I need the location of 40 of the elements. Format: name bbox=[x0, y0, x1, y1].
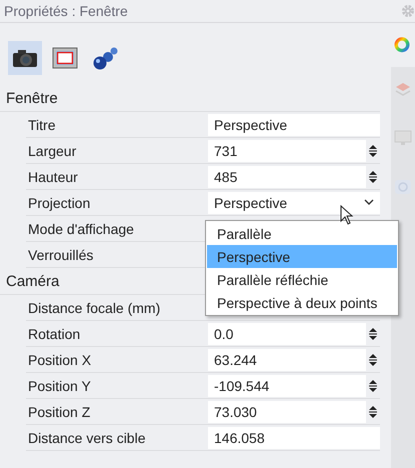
spinner-icon[interactable] bbox=[368, 352, 378, 368]
property-label: Titre bbox=[27, 116, 56, 132]
caret-icon bbox=[364, 199, 374, 206]
color-wheel-icon[interactable] bbox=[394, 37, 410, 52]
menu-option[interactable]: Parallèle réfléchie bbox=[207, 268, 397, 291]
property-label: Position Z bbox=[27, 404, 92, 420]
spinner-icon[interactable] bbox=[368, 168, 378, 184]
number-field[interactable]: 63.244 bbox=[208, 348, 366, 370]
spinner-icon[interactable] bbox=[368, 404, 378, 420]
menu-option[interactable]: Perspective bbox=[207, 245, 397, 268]
property-label: Position X bbox=[27, 352, 92, 368]
property-label: Verrouillés bbox=[27, 246, 94, 262]
projection-dropdown[interactable]: Perspective bbox=[208, 192, 380, 214]
text-field[interactable]: 146.058 bbox=[208, 426, 380, 448]
property-label: Largeur bbox=[27, 142, 78, 158]
property-label: Hauteur bbox=[27, 168, 79, 184]
number-field[interactable]: 485 bbox=[208, 166, 366, 188]
spheres-icon bbox=[91, 46, 119, 70]
number-field[interactable]: 0.0 bbox=[208, 322, 366, 344]
panel-title: Propriétés : Fenêtre bbox=[4, 3, 128, 19]
camera-icon bbox=[12, 48, 38, 68]
spinner-icon[interactable] bbox=[368, 378, 378, 394]
property-label: Distance vers cible bbox=[27, 430, 146, 446]
section-title: Caméra bbox=[6, 272, 60, 290]
camera-tab[interactable] bbox=[8, 41, 42, 75]
viewport-icon bbox=[52, 47, 78, 69]
property-label: Distance focale (mm) bbox=[27, 300, 162, 316]
property-label: Mode d'affichage bbox=[27, 220, 135, 236]
property-label: Projection bbox=[27, 194, 92, 210]
property-label: Rotation bbox=[27, 326, 82, 342]
number-field[interactable]: 731 bbox=[208, 140, 366, 162]
number-field[interactable]: -109.544 bbox=[208, 374, 366, 396]
section-title: Fenêtre bbox=[6, 90, 58, 106]
spinner-icon[interactable] bbox=[368, 326, 378, 342]
property-label: Position Y bbox=[27, 378, 92, 394]
menu-option[interactable]: Perspective à deux points bbox=[207, 291, 397, 314]
text-field[interactable]: Perspective bbox=[208, 114, 380, 136]
menu-option[interactable]: Parallèle bbox=[207, 222, 397, 245]
spinner-icon[interactable] bbox=[368, 142, 378, 158]
number-field[interactable]: 73.030 bbox=[208, 400, 366, 422]
